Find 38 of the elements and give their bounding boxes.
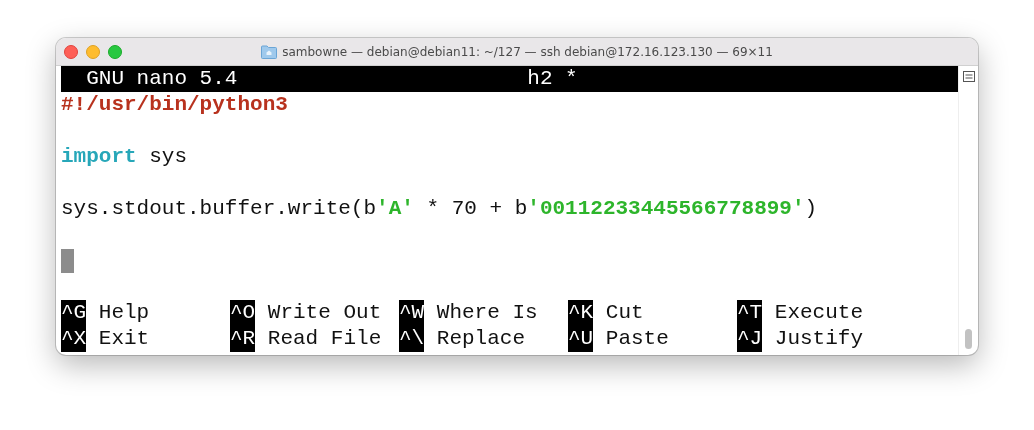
shortcut-key: ^T <box>737 300 763 326</box>
shortcut-key: ^O <box>230 300 256 326</box>
file-name-text: h2 * <box>527 66 578 92</box>
shortcut-label: Write Out <box>267 300 382 326</box>
keyword-text: import <box>61 144 137 170</box>
string-literal: 'A' <box>376 196 414 222</box>
shortcut-label: Help <box>98 300 150 326</box>
shortcut-label: Paste <box>605 326 669 352</box>
window-title: sambowne — debian@debian11: ~/127 — ssh debian@172.16.123.130 — 69×11 <box>282 44 773 59</box>
shortcut-label: Where Is <box>436 300 538 326</box>
folder-icon <box>261 44 278 59</box>
shortcut-key: ^G <box>61 300 87 326</box>
shortcut-label: Exit <box>98 326 150 352</box>
close-button[interactable] <box>64 45 78 59</box>
shortcut-label: Execute <box>774 300 864 326</box>
shortcut-label: Replace <box>436 326 526 352</box>
shortcut-key: ^U <box>568 326 594 352</box>
shortcut-key: ^J <box>737 326 763 352</box>
string-literal: '00112233445566778899' <box>527 196 805 222</box>
zoom-button[interactable] <box>108 45 122 59</box>
shortcut-key: ^K <box>568 300 594 326</box>
shortcut-key: ^X <box>61 326 87 352</box>
text-cursor <box>61 249 74 273</box>
shortcut-label: Read File <box>267 326 382 352</box>
minimize-button[interactable] <box>86 45 100 59</box>
shebang-text: #!/usr/bin/python3 <box>61 92 288 118</box>
scrollbar-thumb[interactable] <box>965 329 972 349</box>
code-text: sys <box>148 144 188 170</box>
shortcut-key: ^W <box>399 300 425 326</box>
split-view-icon[interactable] <box>962 71 975 82</box>
shortcut-key: ^\ <box>399 326 425 352</box>
code-text: * 70 + b <box>425 196 528 222</box>
code-text: ) <box>804 196 818 222</box>
code-text: sys.stdout.buffer.write(b <box>61 196 377 222</box>
shortcut-label: Cut <box>605 300 644 326</box>
shortcut-label: Justify <box>774 326 864 352</box>
shortcut-key: ^R <box>230 326 256 352</box>
app-version-text: GNU nano 5.4 <box>86 66 238 92</box>
